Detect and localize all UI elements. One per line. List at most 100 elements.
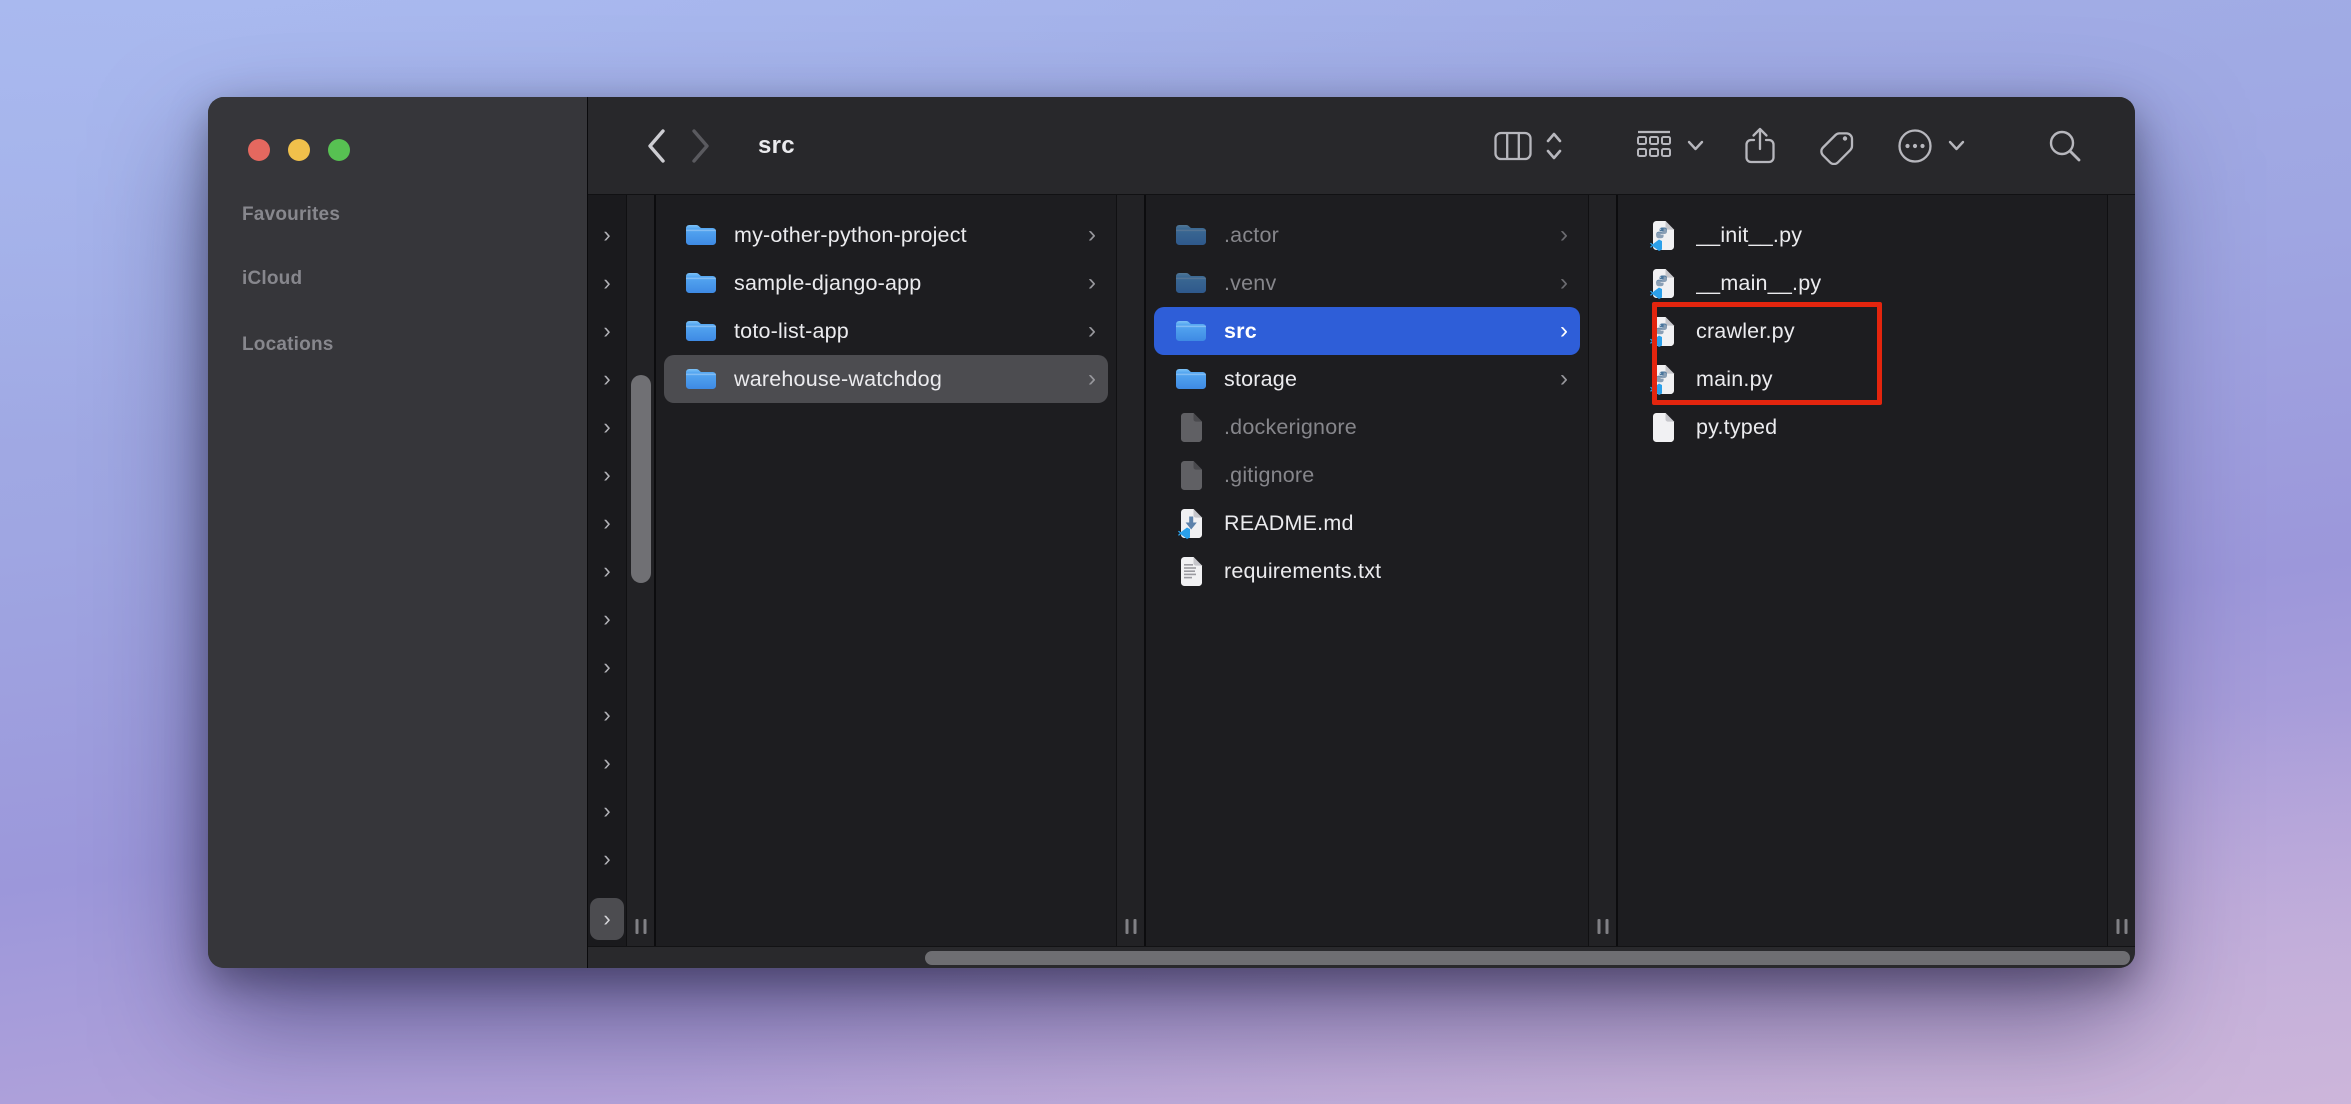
- file-label: warehouse-watchdog: [734, 367, 942, 392]
- folder-icon: [684, 218, 718, 252]
- group-by-button[interactable]: [1635, 116, 1704, 176]
- desktop: { "window": { "title": "src", "traffic_l…: [0, 0, 2351, 1104]
- file-row[interactable]: toto-list-app ›: [664, 307, 1108, 355]
- folder-icon: [684, 362, 718, 396]
- folder-icon: [684, 221, 718, 249]
- window-title: src: [758, 132, 795, 160]
- file-label: .gitignore: [1224, 463, 1314, 488]
- folder-icon: [684, 269, 718, 297]
- chevron-right-icon: ›: [1552, 271, 1568, 295]
- collapsed-item-chevron[interactable]: ›: [588, 499, 626, 547]
- column-resize-handle[interactable]: [1597, 919, 1608, 934]
- file-label: py.typed: [1696, 415, 1777, 440]
- folder-icon: [1174, 365, 1208, 393]
- file-row[interactable]: requirements.txt: [1154, 547, 1580, 595]
- scrollbar-thumb[interactable]: [925, 951, 2130, 965]
- collapsed-item-chevron[interactable]: ›: [588, 211, 626, 259]
- sidebar: Favourites iCloud Locations: [208, 97, 588, 968]
- file-icon: [1646, 410, 1680, 444]
- view-columns-button[interactable]: [1493, 116, 1563, 176]
- text-file-icon: [1174, 554, 1208, 588]
- search-button[interactable]: [2047, 116, 2083, 176]
- chevron-right-icon: ›: [1080, 319, 1096, 343]
- sidebar-section-favourites: Favourites: [242, 204, 340, 226]
- file-row[interactable]: .venv›: [1154, 259, 1580, 307]
- toolbar-buttons: [1493, 116, 2083, 176]
- minimize-button[interactable]: [288, 139, 310, 161]
- column-resize-handle[interactable]: [2116, 919, 2127, 934]
- file-row[interactable]: src›: [1154, 307, 1580, 355]
- readme-file-icon: [1174, 506, 1208, 540]
- folder-icon: [1174, 269, 1208, 297]
- column-projects: my-other-python-project › sample-django-a…: [656, 195, 1144, 946]
- collapsed-item-chevron[interactable]: ›: [588, 691, 626, 739]
- file-row[interactable]: my-other-python-project ›: [664, 211, 1108, 259]
- scrollbar-thumb[interactable]: [631, 375, 651, 583]
- chevron-left-icon: [650, 131, 663, 161]
- folder-icon: [1174, 362, 1208, 396]
- python-file-icon: [1646, 362, 1680, 396]
- more-actions-button[interactable]: [1896, 116, 1965, 176]
- file-label: storage: [1224, 367, 1297, 392]
- collapsed-item-selected[interactable]: ›: [590, 898, 624, 940]
- forward-button[interactable]: [678, 119, 722, 173]
- chevron-right-icon: ›: [1080, 223, 1096, 247]
- back-button[interactable]: [634, 119, 678, 173]
- hidden-file-icon: [1174, 458, 1208, 492]
- collapsed-item-chevron[interactable]: ›: [588, 259, 626, 307]
- file-row[interactable]: README.md: [1154, 499, 1580, 547]
- toolbar: src: [588, 97, 2135, 195]
- file-row[interactable]: warehouse-watchdog ›: [664, 355, 1108, 403]
- file-label: my-other-python-project: [734, 223, 967, 248]
- collapsed-item-chevron[interactable]: ›: [588, 643, 626, 691]
- file-row[interactable]: crawler.py: [1626, 307, 2099, 355]
- file-label: toto-list-app: [734, 319, 849, 344]
- file-row[interactable]: py.typed: [1626, 403, 2099, 451]
- traffic-lights: [248, 139, 350, 161]
- file-row[interactable]: .actor›: [1154, 211, 1580, 259]
- file-row[interactable]: .dockerignore: [1154, 403, 1580, 451]
- share-icon: [1744, 126, 1776, 166]
- column-scrollbar: [2107, 195, 2135, 946]
- collapsed-item-chevron[interactable]: ›: [588, 595, 626, 643]
- chevron-down-icon: [1948, 140, 1965, 151]
- chevron-right-icon: ›: [1080, 271, 1096, 295]
- collapsed-item-chevron[interactable]: ›: [588, 403, 626, 451]
- collapsed-item-chevron[interactable]: ›: [588, 739, 626, 787]
- file-label: requirements.txt: [1224, 559, 1381, 584]
- file-row[interactable]: .gitignore: [1154, 451, 1580, 499]
- column-resize-handle[interactable]: [1125, 919, 1136, 934]
- folder-icon: [1174, 314, 1208, 348]
- chevron-right-icon: [694, 131, 707, 161]
- zoom-button[interactable]: [328, 139, 350, 161]
- file-label: .dockerignore: [1224, 415, 1357, 440]
- tags-button[interactable]: [1818, 116, 1856, 176]
- collapsed-item-chevron[interactable]: ›: [588, 355, 626, 403]
- collapsed-item-chevron[interactable]: ›: [588, 547, 626, 595]
- file-label: __main__.py: [1696, 271, 1821, 296]
- group-by-icon: [1635, 129, 1673, 163]
- chevron-right-icon: ›: [1080, 367, 1096, 391]
- columns-view-icon: [1493, 130, 1533, 162]
- folder-icon: [684, 266, 718, 300]
- file-row[interactable]: __main__.py: [1626, 259, 2099, 307]
- folder-icon: [684, 314, 718, 348]
- folder-icon: [1174, 266, 1208, 300]
- file-label: .actor: [1224, 223, 1279, 248]
- collapsed-column: ›››››››››››››››: [588, 195, 626, 946]
- share-button[interactable]: [1744, 116, 1776, 176]
- file-row[interactable]: main.py: [1626, 355, 2099, 403]
- main-area: src: [588, 97, 2135, 968]
- collapsed-item-chevron[interactable]: ›: [588, 835, 626, 883]
- file-row[interactable]: __init__.py: [1626, 211, 2099, 259]
- chevron-down-icon: [1687, 140, 1704, 151]
- file-label: main.py: [1696, 367, 1773, 392]
- collapsed-item-chevron[interactable]: ›: [588, 787, 626, 835]
- collapsed-item-chevron[interactable]: ›: [588, 451, 626, 499]
- close-button[interactable]: [248, 139, 270, 161]
- file-row[interactable]: sample-django-app›: [664, 259, 1108, 307]
- file-row[interactable]: storage›: [1154, 355, 1580, 403]
- column-resize-handle[interactable]: [635, 919, 646, 934]
- collapsed-item-chevron[interactable]: ›: [588, 307, 626, 355]
- ellipsis-circle-icon: [1896, 127, 1934, 165]
